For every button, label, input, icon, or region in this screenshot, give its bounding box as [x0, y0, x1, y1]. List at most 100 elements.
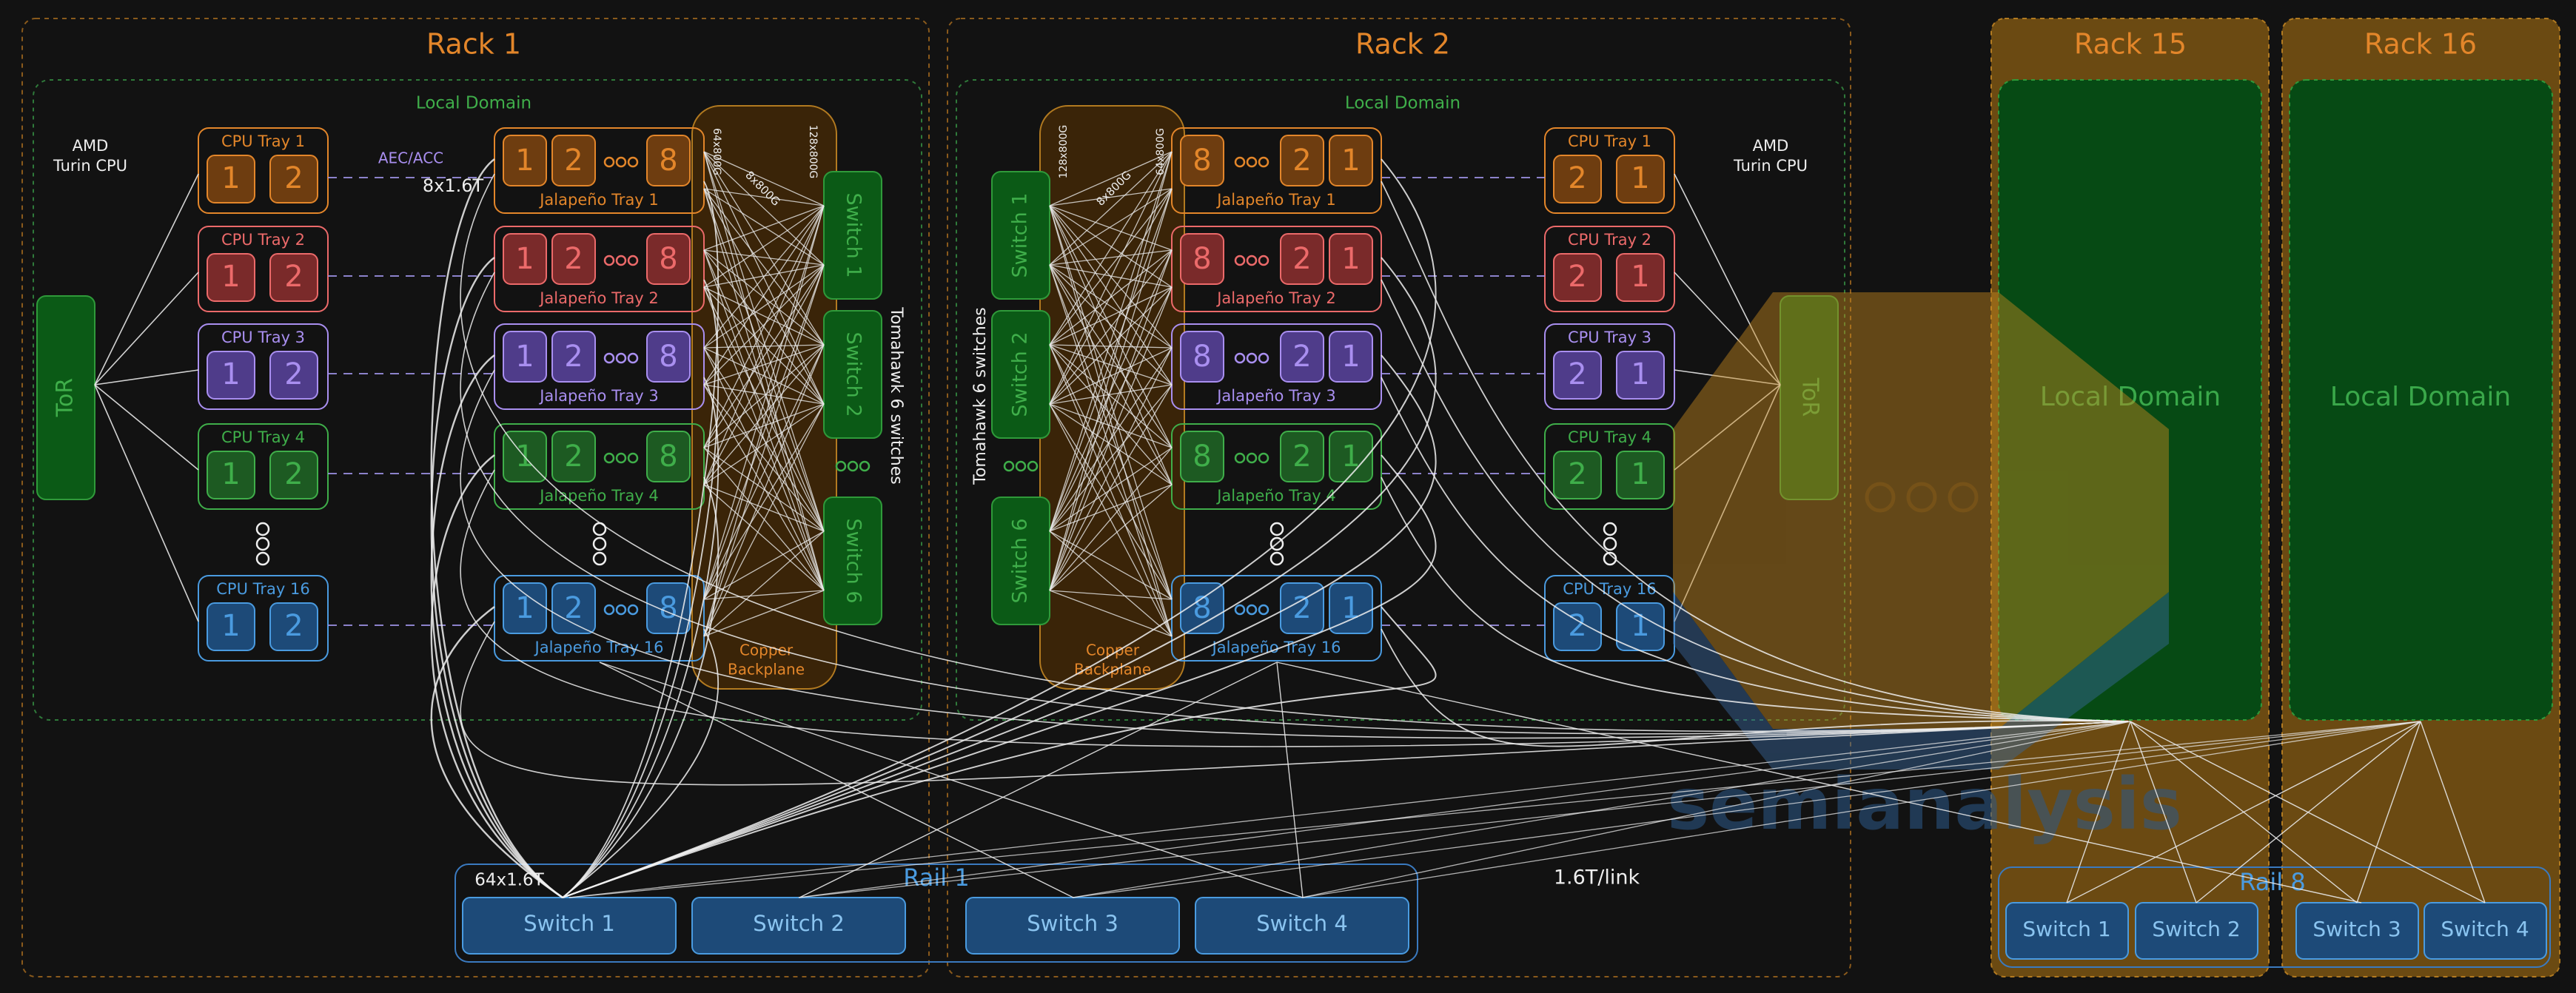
chip-number: 8: [1193, 340, 1211, 374]
chip-number: 2: [284, 357, 303, 391]
ellipsis-dot: [603, 255, 615, 266]
rack1-title: Rack 1: [426, 28, 521, 61]
chip-number: 1: [1631, 260, 1649, 294]
cpu-label: AMD: [73, 137, 109, 155]
rail-switch-label: Switch 3: [1027, 911, 1118, 936]
chip-number: 2: [1292, 440, 1311, 474]
backplane-label: Backplane: [728, 661, 805, 679]
ellipsis-dot: [603, 156, 615, 168]
ellipsis-dot: [627, 452, 639, 464]
chip-number: 8: [1193, 242, 1211, 276]
ellipsis-dot: [255, 536, 270, 551]
rail1-title: Rail 1: [903, 864, 969, 892]
jalapeno-tray-label: Jalapeño Tray 4: [538, 487, 659, 505]
ellipsis-dot: [835, 460, 847, 472]
ellipsis-dot: [615, 604, 627, 616]
jalapeno-tray-label: Jalapeño Tray 4: [1215, 487, 1336, 505]
chip-number: 8: [1193, 144, 1211, 178]
switch-label: Switch 2: [1009, 331, 1032, 417]
jalapeno-tray-label: Jalapeño Tray 3: [538, 387, 659, 405]
jalapeno-tray-label: Jalapeño Tray 1: [1215, 191, 1336, 209]
chip-number: 2: [564, 340, 583, 374]
chip-number: 1: [221, 357, 240, 391]
cpu-label: Turin CPU: [1733, 157, 1808, 175]
ellipsis-dot: [603, 604, 615, 616]
rail-switch-label: Switch 4: [1256, 911, 1348, 936]
ellipsis-dot: [1234, 156, 1246, 168]
backplane-label: Copper: [1086, 642, 1140, 659]
ellipsis-dot: [1015, 460, 1027, 472]
ellipsis-dot: [1027, 460, 1039, 472]
aec-label: AEC/ACC: [378, 149, 443, 167]
cpu-tray-label: CPU Tray 1: [221, 132, 305, 150]
chip-number: 2: [284, 609, 303, 643]
local-domain-label: Local Domain: [1345, 94, 1460, 113]
tomahawk-label: Tomahawk 6 switches: [971, 307, 990, 485]
chip-number: 8: [659, 591, 677, 625]
chip-number: 2: [564, 242, 583, 276]
ellipsis-dot: [1269, 522, 1284, 536]
tomahawk-label: Tomahawk 6 switches: [887, 306, 905, 484]
rack15-title: Rack 15: [2074, 28, 2187, 61]
ellipsis-dot: [603, 452, 615, 464]
rack16-title: Rack 16: [2364, 28, 2477, 61]
tor-link: [94, 173, 199, 386]
cpu-tray-label: CPU Tray 16: [216, 580, 309, 598]
ellipsis-dot: [627, 255, 639, 266]
chip-number: 1: [221, 457, 240, 491]
tor-link: [94, 384, 199, 471]
rail-switch-label: Switch 3: [2312, 917, 2401, 941]
ellipsis-dot: [615, 452, 627, 464]
switch-label: Switch 6: [1009, 518, 1032, 603]
chip-number: 1: [1631, 609, 1649, 643]
chip-number: 1: [1631, 457, 1649, 491]
ellipsis-dot: [627, 352, 639, 364]
rail8-title: Rail 8: [2239, 868, 2305, 896]
jalapeno-tray-label: Jalapeño Tray 16: [1211, 639, 1341, 656]
jalapeno-tray-label: Jalapeño Tray 16: [534, 639, 664, 656]
ellipsis-dot: [627, 156, 639, 168]
ellipsis-dot: [592, 536, 607, 551]
cpu-tray-label: CPU Tray 3: [221, 329, 305, 346]
ellipsis-dot: [1258, 604, 1269, 616]
tor-label: ToR: [53, 378, 78, 417]
ellipsis-dot: [627, 604, 639, 616]
chip-number: 1: [1341, 144, 1360, 178]
ellipsis-dot: [1258, 156, 1269, 168]
local-domain-label: Local Domain: [2330, 382, 2511, 412]
switch-label: Switch 1: [1009, 192, 1032, 277]
bp-label: 128x800G: [1058, 125, 1070, 179]
jalapeno-tray-label: Jalapeño Tray 2: [1215, 289, 1336, 307]
ellipsis-dot: [615, 352, 627, 364]
cpu-tray-label: CPU Tray 3: [1568, 329, 1651, 346]
chip-number: 2: [1568, 260, 1586, 294]
ellipsis-dot: [1234, 352, 1246, 364]
rail-switch-label: Switch 1: [523, 911, 615, 936]
ellipsis-dot: [1258, 452, 1269, 464]
ellipsis-dot: [1246, 352, 1258, 364]
rail-switch-label: Switch 1: [2022, 917, 2110, 941]
chip-number: 8: [659, 340, 677, 374]
chip-number: 1: [1341, 340, 1360, 374]
cpu-tray-label: CPU Tray 4: [221, 428, 305, 446]
ellipsis-dot: [603, 352, 615, 364]
ellipsis-dot: [847, 460, 859, 472]
tor-link: [94, 272, 199, 386]
chip-number: 8: [659, 440, 677, 474]
rail-switch-label: Switch 2: [753, 911, 845, 936]
tor-link: [94, 384, 199, 622]
chip-number: 8: [659, 144, 677, 178]
bp-label: 64x800G: [711, 128, 722, 175]
cpu-label: Turin CPU: [53, 157, 127, 175]
chip-number: 2: [284, 161, 303, 195]
chip-number: 2: [1292, 242, 1311, 276]
ellipsis-dot: [1258, 352, 1269, 364]
chip-number: 1: [1341, 242, 1360, 276]
ellipsis-dot: [1258, 255, 1269, 266]
jalapeno-tray-label: Jalapeño Tray 2: [538, 289, 659, 307]
ellipsis-dot: [1246, 156, 1258, 168]
chip-number: 1: [221, 161, 240, 195]
chip-number: 1: [1631, 357, 1649, 391]
network-diagram: Rack 1 Rack 2 Rack 15 Rack 16 Local Domain Lo…: [21, 18, 2560, 977]
chip-number: 2: [564, 144, 583, 178]
